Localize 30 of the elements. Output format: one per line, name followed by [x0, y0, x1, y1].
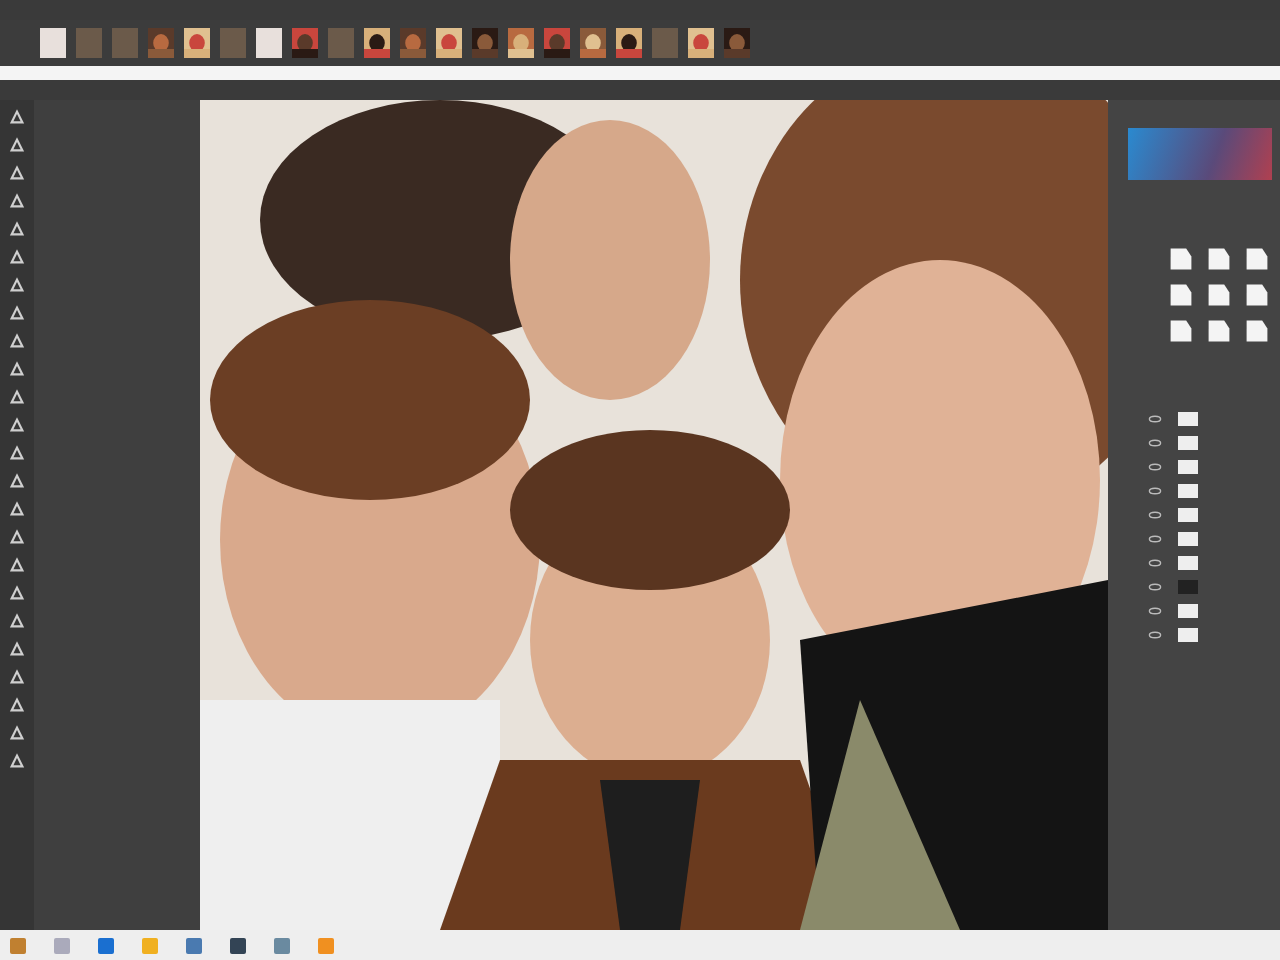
app-icon[interactable] [228, 935, 248, 955]
app-icon[interactable] [96, 935, 116, 955]
eye-icon[interactable] [1148, 414, 1162, 424]
eye-icon[interactable] [1148, 582, 1162, 592]
brush-preset-icon[interactable] [1206, 318, 1232, 344]
eye-icon[interactable] [1148, 606, 1162, 616]
brush-preset-icon[interactable] [1206, 282, 1232, 308]
swatch-thumbnail[interactable] [652, 28, 678, 58]
swatch-thumbnail[interactable] [112, 28, 138, 58]
eye-icon[interactable] [1148, 462, 1162, 472]
swatch-thumbnail[interactable] [40, 28, 66, 58]
swatch-thumbnail[interactable] [256, 28, 282, 58]
brush-preset-icon[interactable] [1244, 282, 1270, 308]
brush-preset-icon[interactable] [1168, 318, 1194, 344]
eye-icon[interactable] [1148, 630, 1162, 640]
brush-preset-icon[interactable] [1168, 282, 1194, 308]
swatch-thumbnail[interactable] [328, 28, 354, 58]
eye-icon[interactable] [1148, 438, 1162, 448]
eye-icon[interactable] [1148, 486, 1162, 496]
swatch-thumbnail[interactable] [76, 28, 102, 58]
eye-icon[interactable] [1148, 510, 1162, 520]
eye-icon[interactable] [1148, 558, 1162, 568]
app-icon[interactable] [184, 935, 204, 955]
swatch-thumbnail[interactable] [220, 28, 246, 58]
brush-preset-icon[interactable] [1206, 246, 1232, 272]
brush-preset-icon[interactable] [1244, 246, 1270, 272]
eye-icon[interactable] [1148, 534, 1162, 544]
color-gradient[interactable] [1128, 128, 1272, 180]
brush-preset-icon[interactable] [1168, 246, 1194, 272]
brush-preset-icon[interactable] [1244, 318, 1270, 344]
